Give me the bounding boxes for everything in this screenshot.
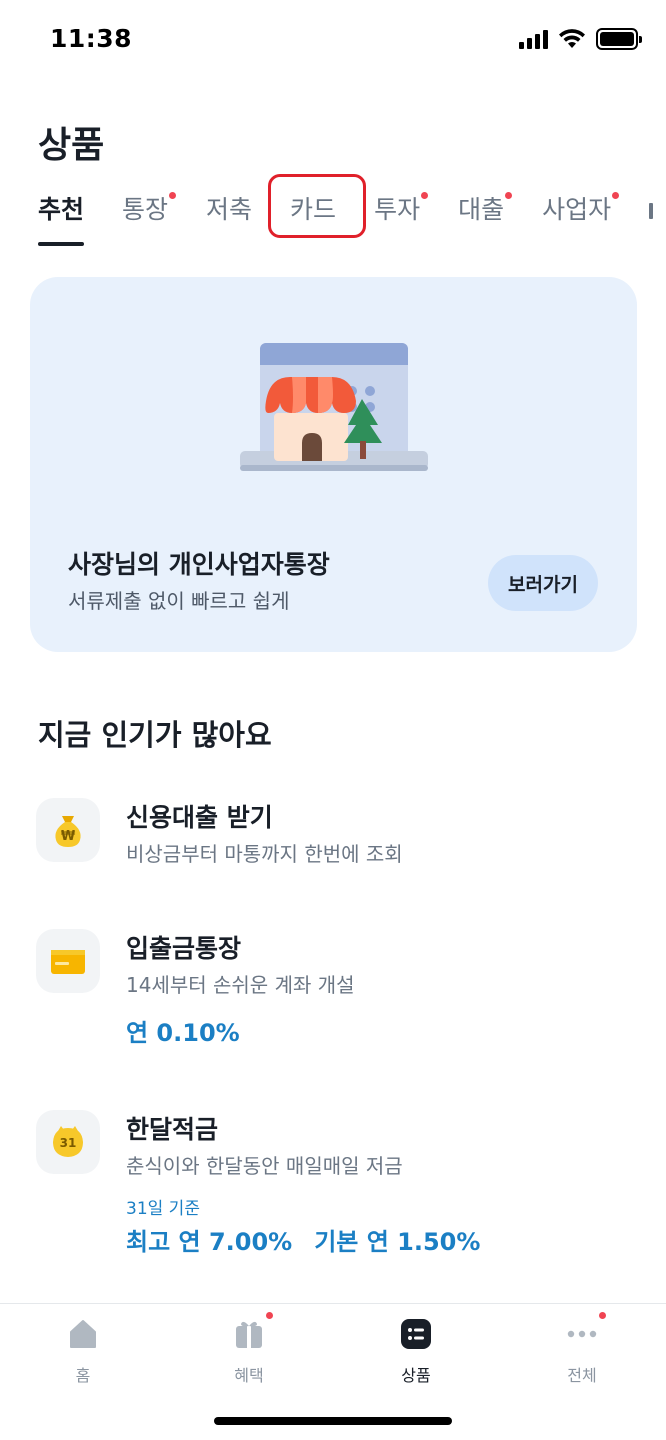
page-title: 상품 — [38, 125, 105, 166]
tab-loan[interactable]: 대출 — [458, 188, 513, 232]
interest-rate: 연 0.10% — [126, 1019, 240, 1047]
nav-label: 상품 — [401, 1366, 431, 1385]
status-time: 11:38 — [50, 24, 133, 53]
svg-text:31: 31 — [60, 1136, 77, 1150]
nav-label: 혜택 — [234, 1366, 264, 1385]
notification-dot — [505, 192, 513, 199]
status-icons — [519, 28, 642, 50]
notification-dot — [266, 1312, 273, 1319]
product-subtitle: 14세부터 손쉬운 계좌 개설 — [126, 973, 355, 997]
status-bar: 11:38 — [0, 0, 666, 80]
tab-more-overflow[interactable] — [649, 188, 659, 232]
interest-rates: 최고 연 7.00% 기본 연 1.50% — [126, 1222, 480, 1257]
nav-all[interactable]: 전체 — [532, 1312, 632, 1388]
battery-icon — [596, 28, 642, 50]
nav-home[interactable]: 홈 — [33, 1318, 133, 1388]
gift-icon — [233, 1312, 273, 1350]
tab-savings[interactable]: 저축 — [206, 188, 252, 232]
cellular-signal-icon — [519, 29, 548, 49]
product-title: 한달적금 — [126, 1115, 219, 1144]
tab-bankbook[interactable]: 통장 — [122, 188, 177, 232]
bankbook-card-icon — [36, 929, 100, 993]
max-rate: 최고 연 7.00% — [126, 1228, 293, 1256]
banner-title: 사장님의 개인사업자통장 — [68, 550, 330, 579]
notification-dot — [421, 192, 429, 199]
product-title: 신용대출 받기 — [126, 803, 273, 832]
tab-label: 투자 — [374, 195, 421, 224]
tab-label: 통장 — [122, 195, 169, 224]
more-icon — [566, 1312, 606, 1350]
money-bag-icon: ₩ — [36, 798, 100, 862]
rate-basis: 31일 기준 — [126, 1199, 200, 1219]
tab-recommended[interactable]: 추천 — [38, 188, 85, 246]
calendar-31-icon: 31 — [36, 1110, 100, 1174]
home-icon — [67, 1318, 99, 1350]
tab-label: 대출 — [458, 195, 505, 224]
card-tab-highlight-box — [268, 174, 366, 238]
base-rate: 기본 연 1.50% — [314, 1228, 481, 1256]
nav-label: 전체 — [567, 1366, 597, 1385]
banner-subtitle: 서류제출 없이 빠르고 쉽게 — [68, 589, 290, 613]
nav-products[interactable]: 상품 — [366, 1318, 466, 1388]
tab-invest[interactable]: 투자 — [374, 188, 429, 232]
tab-label: 추천 — [38, 195, 85, 224]
product-title: 입출금통장 — [126, 934, 242, 963]
wifi-icon — [559, 29, 585, 48]
notification-dot — [169, 192, 177, 199]
business-account-banner[interactable]: 사장님의 개인사업자통장 서류제출 없이 빠르고 쉽게 보러가기 — [30, 277, 637, 652]
nav-benefits[interactable]: 혜택 — [199, 1312, 299, 1388]
product-subtitle: 비상금부터 마통까지 한번에 조회 — [126, 842, 403, 866]
tab-label: 사업자 — [542, 195, 612, 224]
product-one-month-savings[interactable]: 31 한달적금 춘식이와 한달동안 매일매일 저금 31일 기준 최고 연 7.… — [36, 1110, 636, 1260]
home-indicator — [214, 1417, 452, 1425]
store-laptop-illustration — [240, 343, 428, 471]
list-icon — [400, 1318, 432, 1350]
notification-dot — [612, 192, 620, 199]
svg-text:₩: ₩ — [61, 829, 76, 844]
product-credit-loan[interactable]: ₩ 신용대출 받기 비상금부터 마통까지 한번에 조회 — [36, 798, 636, 878]
tab-business[interactable]: 사업자 — [542, 188, 620, 232]
nav-label: 홈 — [75, 1366, 91, 1385]
notification-dot — [599, 1312, 606, 1319]
product-subtitle: 춘식이와 한달동안 매일매일 저금 — [126, 1154, 403, 1178]
popular-section-title: 지금 인기가 많아요 — [38, 718, 272, 752]
product-checking-account[interactable]: 입출금통장 14세부터 손쉬운 계좌 개설 연 0.10% — [36, 929, 636, 1049]
tab-label: 저축 — [206, 195, 253, 224]
view-button[interactable]: 보러가기 — [488, 555, 598, 611]
